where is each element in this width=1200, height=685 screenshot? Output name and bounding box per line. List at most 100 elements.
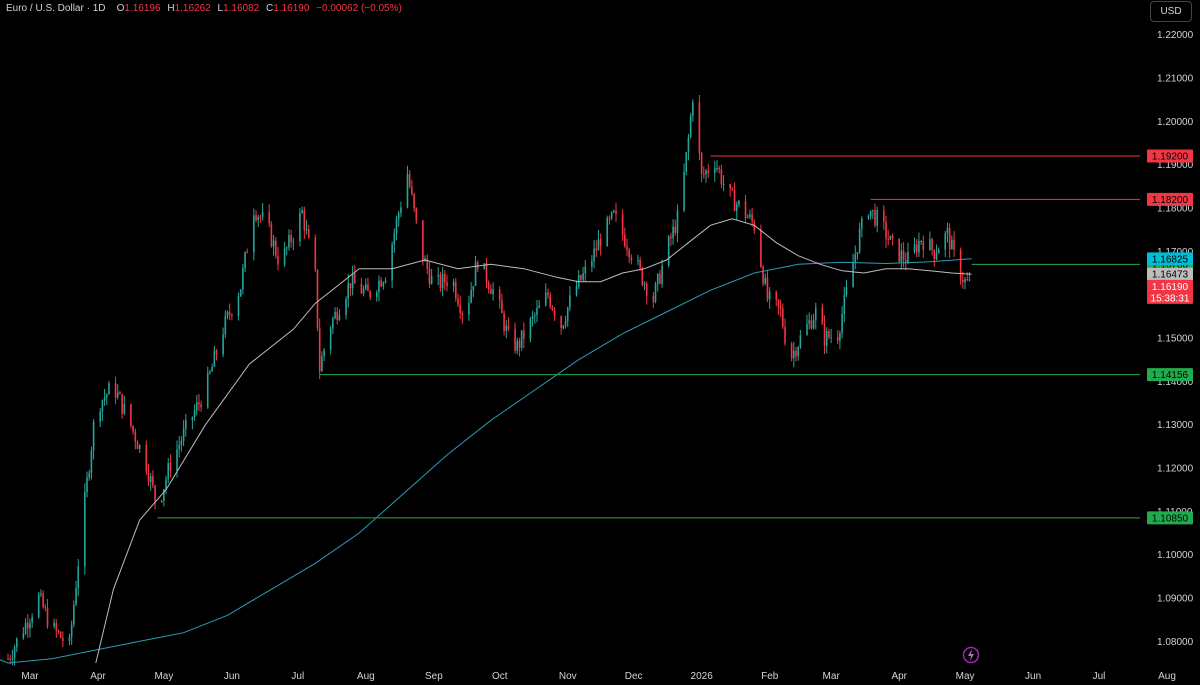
candle-body: [321, 356, 323, 372]
candle-body: [839, 332, 841, 341]
candle-body: [257, 216, 260, 221]
candle-body: [733, 190, 736, 211]
currency-button[interactable]: USD: [1150, 1, 1192, 22]
candle-body: [687, 137, 690, 153]
candle-body: [968, 279, 971, 281]
candle-body: [206, 372, 209, 408]
candle-body: [861, 218, 863, 229]
candle-body: [305, 229, 308, 231]
candle-body: [843, 294, 846, 314]
high-label: H: [167, 3, 175, 14]
candle-body: [180, 440, 183, 445]
candle-body: [198, 402, 200, 405]
candle-body: [944, 233, 947, 250]
candle-body: [738, 200, 740, 205]
candle-body: [378, 280, 380, 293]
candle-body: [918, 241, 920, 253]
candle-body: [11, 658, 14, 660]
candle-body: [503, 313, 505, 331]
price-tag: 1.16473: [1152, 270, 1189, 281]
candle-body: [700, 153, 703, 174]
candle-body: [184, 419, 187, 429]
candle-body: [474, 262, 477, 286]
candle-body: [307, 229, 310, 238]
candle-body: [654, 283, 657, 302]
candle-body: [490, 289, 492, 294]
candle-body: [553, 309, 556, 317]
price-chart[interactable]: 1.220001.210001.200001.190001.180001.170…: [0, 0, 1200, 685]
candle-body: [797, 347, 799, 357]
candle-body: [735, 204, 738, 211]
candle-body: [329, 328, 332, 350]
high-value: 1.16262: [174, 3, 211, 14]
level-price-tag: 1.10850: [1152, 513, 1189, 524]
x-tick-label: Aug: [357, 671, 375, 682]
candle-body: [948, 227, 951, 250]
candle-body: [9, 658, 11, 660]
candle-body: [608, 218, 611, 220]
candle-body: [239, 289, 242, 297]
x-tick-label: May: [956, 671, 975, 682]
candle-body: [790, 343, 793, 359]
candles-layer: [7, 94, 971, 666]
candle-body: [114, 383, 117, 398]
candle-body: [883, 210, 885, 222]
candle-body: [920, 240, 922, 242]
candle-body: [729, 184, 731, 189]
candle-body: [160, 500, 163, 502]
candle-body: [380, 280, 382, 287]
candle-body: [536, 307, 538, 316]
candle-body: [806, 323, 808, 335]
candle-body: [338, 315, 341, 321]
candle-body: [575, 286, 578, 296]
candle-body: [716, 167, 718, 169]
candle-body: [913, 244, 916, 252]
candle-body: [318, 327, 321, 372]
symbol-header: Euro / U.S. Dollar · 1D O1.16196 H1.1626…: [6, 3, 406, 14]
x-tick-label: Jul: [1093, 671, 1106, 682]
candle-body: [766, 277, 769, 300]
candle-body: [933, 249, 936, 260]
candle-body: [7, 658, 9, 660]
candle-body: [103, 397, 106, 401]
candle-body: [922, 240, 925, 251]
candle-body: [323, 349, 325, 357]
candle-body: [485, 263, 488, 283]
candle-body: [577, 275, 580, 287]
candle-body: [364, 284, 367, 289]
candle-body: [105, 394, 108, 398]
candle-body: [667, 236, 670, 266]
candle-body: [907, 251, 909, 264]
candle-body: [764, 277, 767, 284]
candle-body: [268, 212, 271, 224]
candle-body: [547, 292, 549, 296]
candle-body: [132, 425, 134, 432]
price-axis[interactable]: 1.220001.210001.200001.190001.180001.170…: [1157, 30, 1194, 648]
candle-body: [226, 312, 229, 316]
candle-body: [830, 337, 832, 339]
lightning-bolt-icon[interactable]: [962, 646, 980, 664]
candle-body: [391, 244, 393, 281]
candle-body: [812, 320, 815, 329]
candle-body: [615, 210, 617, 215]
candle-body: [26, 622, 29, 629]
time-axis[interactable]: Mar Apr May Jun Jul Aug Sep Oct Nov Dec 2026 Feb Mar…: [21, 671, 1176, 682]
candle-body: [874, 209, 876, 226]
x-tick-label: Jun: [224, 671, 240, 682]
candle-body: [722, 184, 725, 186]
candle-body: [520, 330, 523, 348]
x-tick-label: Apr: [891, 671, 907, 682]
candle-body: [645, 283, 648, 296]
candle-body: [845, 287, 848, 295]
candle-body: [599, 239, 602, 247]
candle-body: [487, 282, 490, 290]
candle-body: [261, 212, 264, 217]
candle-body: [931, 239, 933, 250]
candle-body: [683, 172, 685, 211]
candle-body: [900, 250, 903, 262]
candle-body: [516, 340, 519, 351]
candle-body: [301, 210, 303, 214]
candle-body: [643, 283, 646, 285]
candle-body: [200, 404, 202, 408]
candle-body: [544, 292, 547, 306]
